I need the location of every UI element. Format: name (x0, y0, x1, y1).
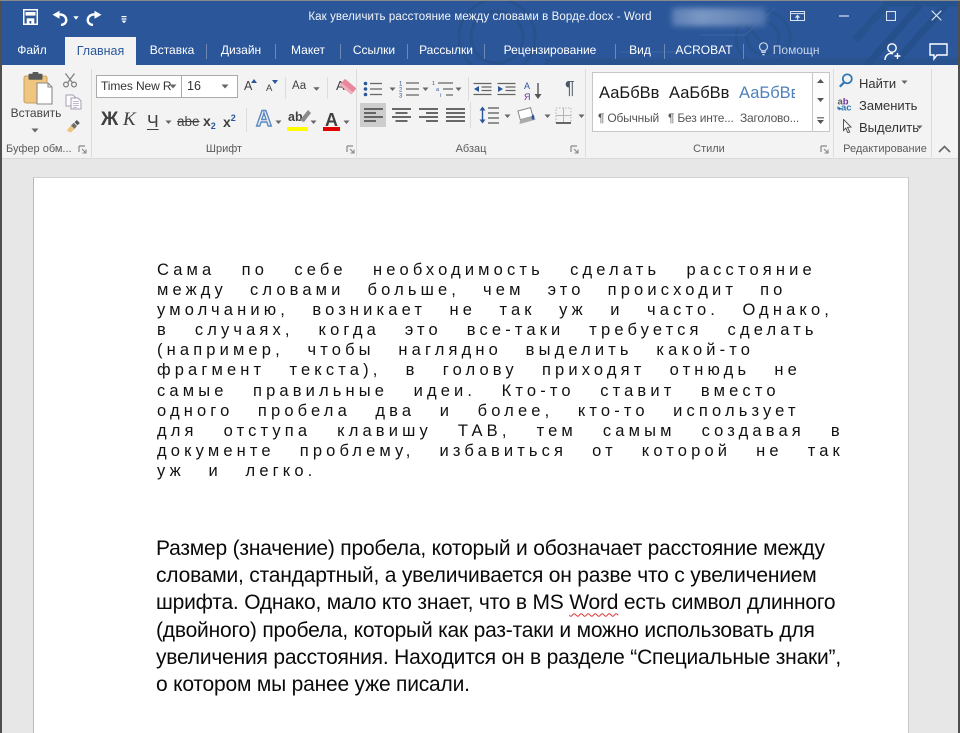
svg-text:1: 1 (432, 81, 435, 87)
svg-text:i: i (440, 93, 441, 98)
svg-text:А: А (524, 81, 530, 91)
svg-text:3: 3 (399, 94, 403, 99)
svg-text:ac: ac (841, 103, 852, 114)
svg-text:Я: Я (524, 92, 531, 101)
